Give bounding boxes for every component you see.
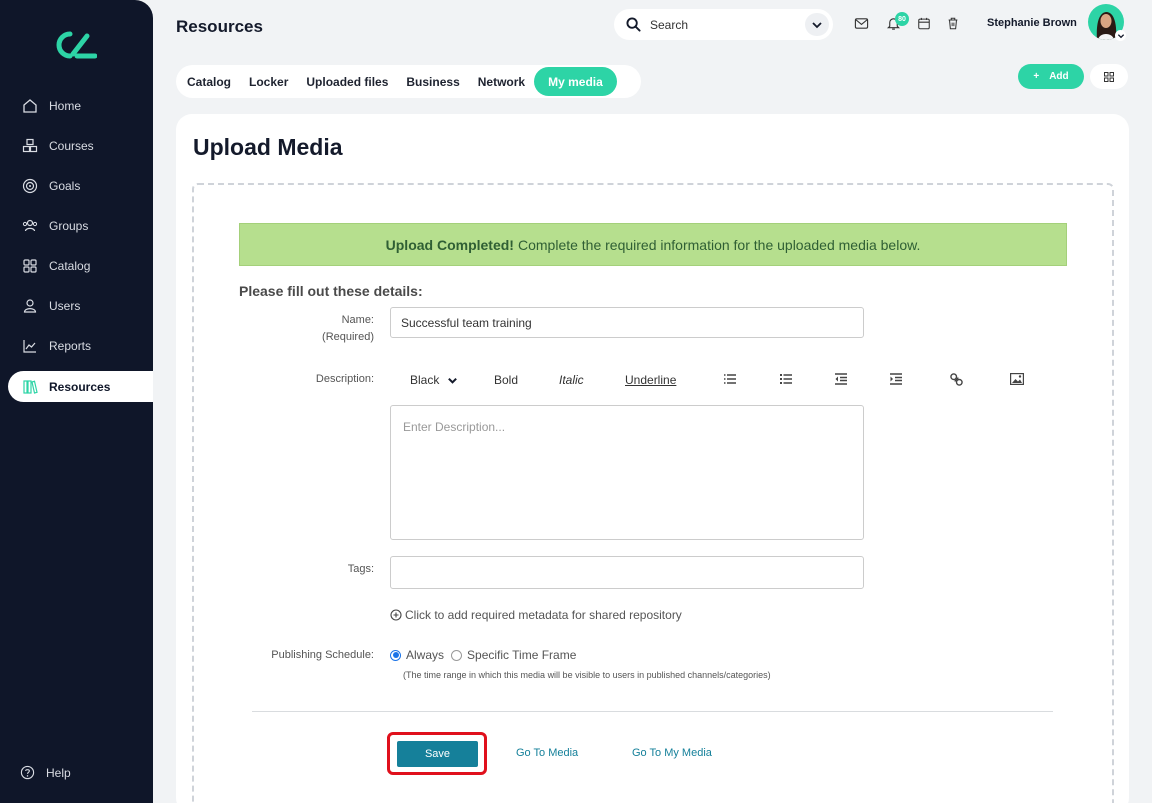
tab-catalog[interactable]: Catalog <box>178 67 240 96</box>
schedule-note: (The time range in which this media will… <box>403 670 771 680</box>
account-menu-toggle[interactable] <box>1115 30 1126 41</box>
description-textarea[interactable]: Enter Description... <box>390 405 864 540</box>
radio-always[interactable] <box>390 649 401 661</box>
radio-always-label: Always <box>406 648 445 662</box>
italic-button[interactable]: Italic <box>559 373 584 387</box>
outdent-icon[interactable] <box>835 373 849 387</box>
plus-icon: + <box>1033 71 1040 82</box>
underline-button[interactable]: Underline <box>625 373 676 387</box>
chevron-down-icon <box>448 377 458 384</box>
success-message: Complete the required information for th… <box>517 236 921 253</box>
add-button-label: Add <box>1049 71 1069 82</box>
bold-button[interactable]: Bold <box>494 373 518 387</box>
page-heading: Resources <box>176 17 263 36</box>
sidebar-item-goals[interactable]: Goals <box>8 170 153 201</box>
sidebar-item-users[interactable]: Users <box>8 290 153 321</box>
form-divider <box>252 711 1053 712</box>
calendar-icon[interactable] <box>917 16 933 32</box>
notification-badge: 80 <box>895 12 909 26</box>
brand-logo[interactable] <box>55 30 97 60</box>
trash-icon[interactable] <box>946 16 962 32</box>
chevron-down-icon <box>1117 33 1124 38</box>
name-field[interactable]: Successful team training <box>390 307 864 338</box>
target-icon <box>22 178 38 194</box>
tags-field[interactable] <box>390 556 864 589</box>
sidebar-item-label: Groups <box>49 218 89 233</box>
courses-icon <box>22 138 38 154</box>
home-icon <box>22 98 38 114</box>
tags-label: Tags: <box>347 563 374 575</box>
add-metadata-label: Click to add required metadata for share… <box>405 608 682 622</box>
description-label: Description: <box>315 373 374 385</box>
add-button[interactable]: + Add <box>1018 64 1084 89</box>
chart-line-icon <box>22 338 38 354</box>
sidebar-item-reports[interactable]: Reports <box>8 330 153 361</box>
help-link[interactable]: Help <box>20 765 71 780</box>
search-input[interactable]: Search <box>614 9 833 40</box>
search-placeholder: Search <box>650 17 689 32</box>
radio-specific-time-frame[interactable] <box>451 649 463 661</box>
add-metadata-link[interactable]: Click to add required metadata for share… <box>390 608 682 622</box>
page-title: Upload Media <box>193 134 343 160</box>
success-title: Upload Completed! <box>385 236 514 253</box>
text-color-dropdown[interactable]: Black <box>410 373 458 387</box>
search-icon <box>626 17 641 32</box>
go-to-media-link[interactable]: Go To Media <box>516 747 578 759</box>
indent-icon[interactable] <box>890 373 904 387</box>
name-required-label: (Required) <box>322 331 374 343</box>
sidebar-item-label: Courses <box>49 138 94 153</box>
go-to-my-media-link[interactable]: Go To My Media <box>632 747 712 759</box>
link-icon[interactable] <box>950 373 964 387</box>
view-toggle-button[interactable] <box>1090 64 1128 89</box>
sidebar-item-label: Users <box>49 298 81 313</box>
books-icon <box>22 379 38 395</box>
tab-my-media[interactable]: My media <box>534 67 617 96</box>
sidebar-item-home[interactable]: Home <box>8 90 153 121</box>
sidebar-item-label: Home <box>49 98 82 113</box>
name-label: Name: <box>341 314 374 326</box>
tab-locker[interactable]: Locker <box>240 67 297 96</box>
publishing-schedule-options: Always Specific Time Frame <box>390 648 576 662</box>
sidebar-item-label: Goals <box>49 178 81 193</box>
grid-view-icon <box>1104 71 1114 82</box>
user-name[interactable]: Stephanie Brown <box>987 17 1077 29</box>
sidebar-item-label: Resources <box>49 379 111 394</box>
sidebar-item-courses[interactable]: Courses <box>8 130 153 161</box>
publishing-schedule-label: Publishing Schedule: <box>271 649 374 661</box>
search-scope-dropdown[interactable] <box>805 13 829 36</box>
users-group-icon <box>22 218 38 234</box>
chevron-down-icon <box>812 21 822 28</box>
numbered-list-icon[interactable] <box>724 373 738 387</box>
form-heading: Please fill out these details: <box>239 283 423 299</box>
radio-specific-time-frame-label: Specific Time Frame <box>467 648 577 662</box>
upload-success-banner: Upload Completed! Complete the required … <box>239 223 1067 266</box>
sidebar-item-label: Catalog <box>49 258 91 273</box>
tab-uploaded-files[interactable]: Uploaded files <box>297 67 397 96</box>
save-button[interactable]: Save <box>397 741 478 767</box>
image-icon[interactable] <box>1010 373 1024 387</box>
help-circle-icon <box>20 765 35 780</box>
mail-icon[interactable] <box>854 16 870 32</box>
catalog-grid-icon <box>22 258 38 274</box>
plus-circle-icon <box>390 609 402 621</box>
sidebar-item-label: Reports <box>49 338 92 353</box>
user-icon <box>22 298 38 314</box>
resource-tabs: Catalog Locker Uploaded files Business N… <box>176 65 641 98</box>
tab-business[interactable]: Business <box>397 67 468 96</box>
sidebar-item-resources[interactable]: Resources <box>8 371 153 402</box>
help-label: Help <box>46 765 71 780</box>
sidebar-item-catalog[interactable]: Catalog <box>8 250 153 281</box>
sidebar-item-groups[interactable]: Groups <box>8 210 153 241</box>
bullet-list-icon[interactable] <box>780 373 794 387</box>
sidebar: Home Courses Goals Groups Catalog Users … <box>0 0 153 803</box>
text-color-value: Black <box>410 373 440 387</box>
tab-network[interactable]: Network <box>469 67 534 96</box>
